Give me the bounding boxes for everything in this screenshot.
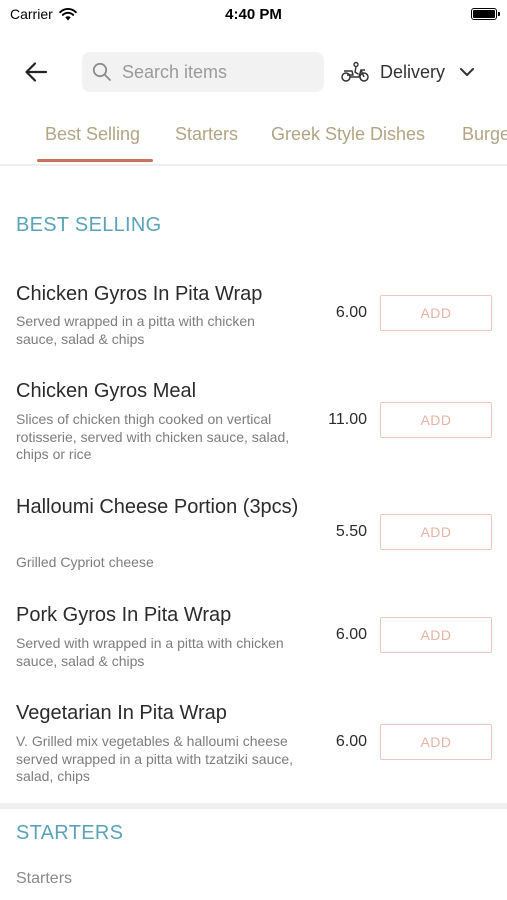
add-button[interactable]: ADD (380, 617, 492, 653)
add-button[interactable]: ADD (380, 295, 492, 331)
active-tab-indicator (37, 159, 153, 162)
add-button[interactable]: ADD (380, 402, 492, 438)
delivery-label: Delivery (380, 61, 446, 82)
item-name: Chicken Gyros In Pita Wrap (16, 283, 263, 305)
item-description: Slices of chicken thigh cooked on vertic… (16, 411, 290, 462)
status-bar: Carrier 4:40 PM (0, 0, 507, 30)
section-subtitle-starters: Starters (16, 870, 73, 887)
item-price: 6.00 (335, 626, 367, 643)
delivery-selector[interactable]: Delivery (340, 56, 475, 88)
item-description: Served with wrapped in a pitta with chic… (16, 635, 284, 669)
item-name: Vegetarian In Pita Wrap (16, 702, 227, 724)
back-button[interactable] (20, 56, 52, 88)
item-price: 6.00 (335, 304, 367, 321)
battery-icon (471, 8, 500, 20)
search-input[interactable] (120, 60, 314, 84)
item-description: Grilled Cypriot cheese (16, 554, 154, 570)
item-price: 5.50 (335, 523, 367, 540)
section-title-starters: STARTERS (16, 822, 124, 844)
item-name: Chicken Gyros Meal (16, 380, 197, 402)
tab-greek-style-dishes[interactable]: Greek Style Dishes (271, 124, 425, 145)
item-name: Halloumi Cheese Portion (3pcs) (16, 496, 299, 518)
item-description: Served wrapped in a pitta with chicken s… (16, 313, 255, 347)
item-price: 6.00 (335, 733, 367, 750)
tab-burgers[interactable]: Burge (462, 124, 507, 145)
section-title-best-selling: BEST SELLING (16, 214, 162, 236)
arrow-left-icon (25, 62, 48, 82)
category-tabs: Best Selling Starters Greek Style Dishes… (0, 114, 507, 166)
item-description: V. Grilled mix vegetables & halloumi che… (16, 733, 294, 784)
add-button[interactable]: ADD (380, 514, 492, 550)
section-divider (0, 803, 507, 809)
scooter-icon (341, 61, 369, 82)
tab-best-selling[interactable]: Best Selling (45, 124, 140, 145)
add-button[interactable]: ADD (380, 724, 492, 760)
chevron-down-icon (460, 68, 475, 76)
tab-starters[interactable]: Starters (175, 124, 238, 145)
status-time: 4:40 PM (225, 6, 282, 23)
item-name: Pork Gyros In Pita Wrap (16, 604, 232, 626)
search-bar[interactable] (82, 52, 324, 92)
item-price: 11.00 (328, 411, 367, 428)
search-icon (92, 62, 111, 81)
